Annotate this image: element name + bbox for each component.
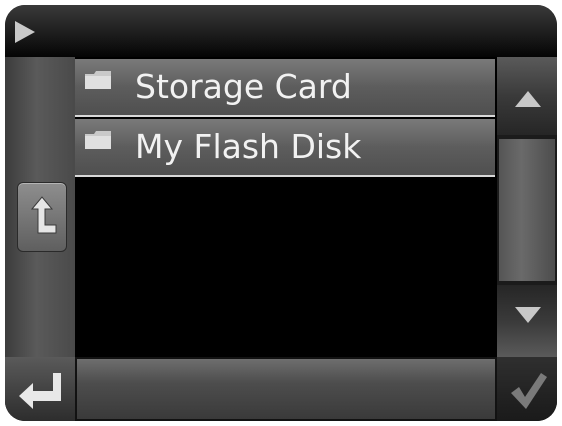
list-item-label: Storage Card <box>135 67 352 106</box>
scroll-down-button[interactable] <box>497 285 557 357</box>
scroll-up-button[interactable] <box>497 57 557 135</box>
up-folder-button[interactable] <box>17 182 67 252</box>
triangle-up-icon <box>515 91 541 107</box>
path-field[interactable] <box>77 359 495 419</box>
play-arrow-icon[interactable] <box>15 21 35 43</box>
triangle-down-icon <box>515 307 541 323</box>
scrollbar <box>497 57 557 357</box>
folder-icon <box>85 71 111 89</box>
back-button[interactable] <box>5 357 75 421</box>
up-folder-arrow-icon <box>30 196 57 234</box>
folder-icon <box>85 131 111 149</box>
list-item-label: My Flash Disk <box>135 127 362 166</box>
list-item[interactable]: My Flash Disk <box>75 119 495 177</box>
file-list: Storage Card My Flash Disk <box>75 57 497 357</box>
file-browser-window: Storage Card My Flash Disk <box>5 5 557 421</box>
bottom-bar <box>5 357 557 421</box>
list-item[interactable]: Storage Card <box>75 59 495 117</box>
left-panel <box>5 57 75 357</box>
scroll-track[interactable] <box>499 139 555 281</box>
top-bar <box>5 5 557 57</box>
ok-button[interactable] <box>497 357 557 421</box>
return-arrow-icon <box>19 373 61 409</box>
checkmark-icon <box>511 373 547 409</box>
